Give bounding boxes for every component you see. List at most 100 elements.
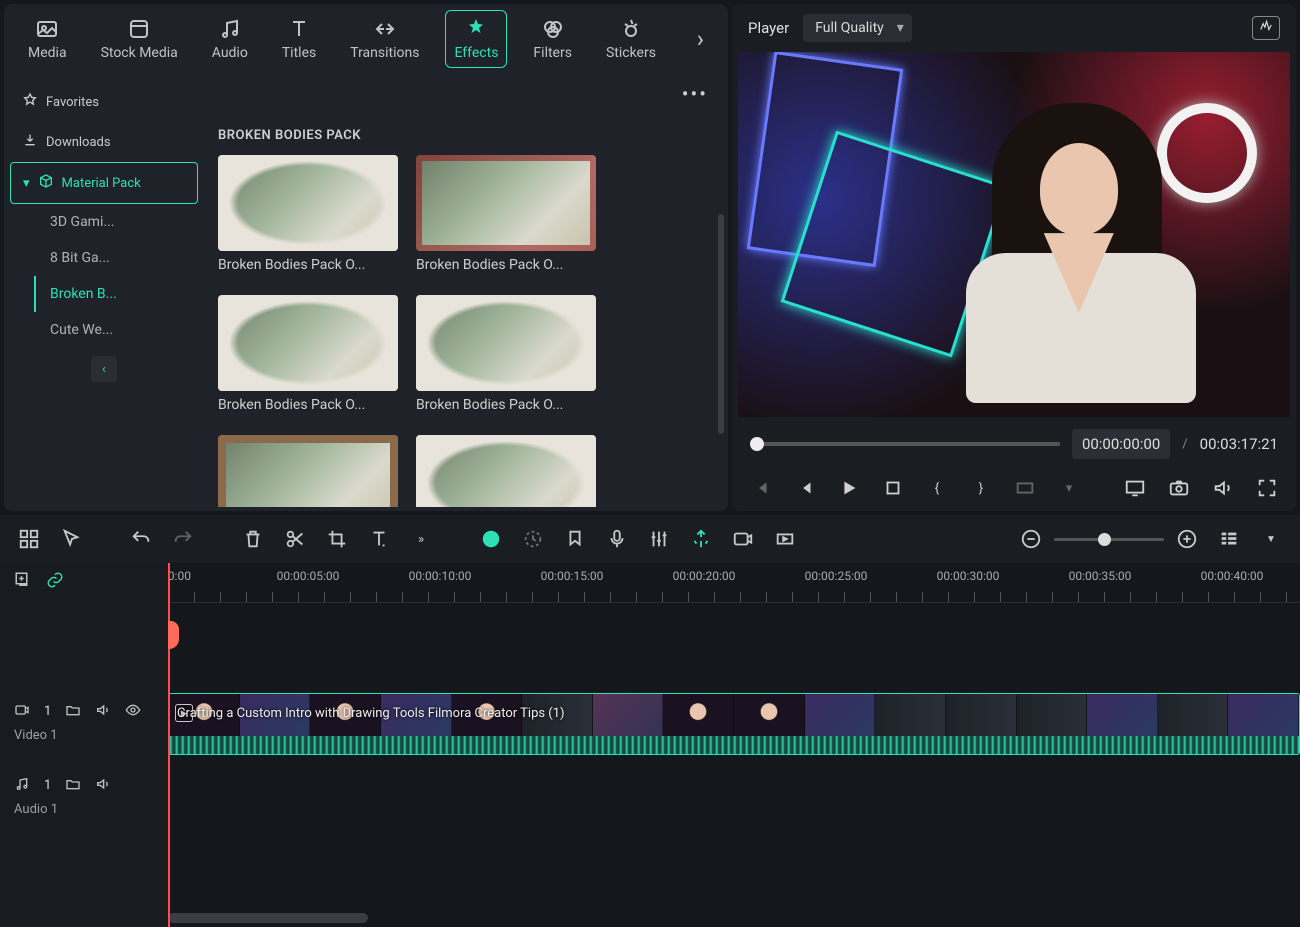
effect-card[interactable]: Broken Bodies Pack O... — [416, 295, 596, 413]
sidebar-sub-3d-gaming[interactable]: 3D Gami... — [10, 204, 198, 240]
effect-card[interactable] — [218, 435, 398, 507]
sidebar-favorites[interactable]: Favorites — [10, 82, 198, 122]
track-view-button[interactable] — [1218, 528, 1240, 550]
prev-frame-button[interactable] — [750, 477, 772, 499]
aspect-button[interactable] — [1014, 477, 1036, 499]
effect-card[interactable]: Broken Bodies Pack O... — [218, 295, 398, 413]
tab-filters[interactable]: Filters — [525, 11, 580, 67]
effect-card[interactable] — [416, 435, 596, 507]
speed-button[interactable] — [522, 528, 544, 550]
crop-button[interactable] — [326, 528, 348, 550]
snapshot-button[interactable] — [1168, 477, 1190, 499]
keyframe-button[interactable] — [774, 528, 796, 550]
tab-media[interactable]: Media — [20, 11, 75, 67]
chevron-left-icon: ‹ — [102, 362, 106, 377]
tab-titles[interactable]: Titles — [274, 11, 324, 67]
link-button[interactable] — [46, 571, 64, 593]
track-label: Audio 1 — [14, 802, 154, 817]
track-mute-button[interactable] — [95, 776, 111, 796]
library-sidebar: Favorites Downloads ▾ Material Pack 3D G… — [4, 74, 204, 511]
track-label: Video 1 — [14, 728, 154, 743]
sidebar-material-pack[interactable]: ▾ Material Pack — [10, 162, 198, 204]
grid-more-button[interactable]: ••• — [682, 82, 708, 106]
stickers-icon — [619, 17, 643, 41]
effect-card[interactable]: Broken Bodies Pack O... — [218, 155, 398, 273]
track-folder-icon[interactable] — [65, 702, 81, 722]
track-visibility-button[interactable] — [125, 702, 141, 722]
zoom-in-button[interactable] — [1176, 528, 1198, 550]
render-button[interactable] — [690, 528, 712, 550]
time-ruler[interactable]: 00:0000:00:05:0000:00:10:0000:00:15:0000… — [168, 563, 1300, 603]
cube-icon — [38, 173, 54, 193]
video-track-head: 1 Video 1 — [0, 685, 168, 759]
time-separator: / — [1182, 437, 1187, 452]
preview-display-button[interactable] — [1124, 477, 1146, 499]
tab-label: Stickers — [606, 45, 656, 61]
seek-slider[interactable] — [750, 442, 1060, 446]
effect-card[interactable]: Broken Bodies Pack O... — [416, 155, 596, 273]
sidebar-sub-broken-bodies[interactable]: Broken B... — [34, 276, 198, 312]
video-clip[interactable]: ▸ Crafting a Custom Intro with Drawing T… — [168, 693, 1300, 755]
playhead[interactable] — [168, 563, 170, 927]
sidebar-sub-8bit[interactable]: 8 Bit Ga... — [10, 240, 198, 276]
zoom-slider[interactable] — [1054, 538, 1164, 541]
audio-mixer-button[interactable] — [648, 528, 670, 550]
effect-thumb — [416, 295, 596, 391]
track-index: 1 — [44, 778, 51, 793]
volume-button[interactable] — [1212, 477, 1234, 499]
more-tools-button[interactable]: » — [410, 528, 432, 550]
record-button[interactable] — [732, 528, 754, 550]
grid-scrollbar[interactable] — [718, 214, 724, 434]
ruler-tick-label: 00:00:15:00 — [541, 569, 604, 583]
text-button[interactable] — [368, 528, 390, 550]
tab-audio[interactable]: Audio — [204, 11, 256, 67]
voiceover-button[interactable] — [606, 528, 628, 550]
add-track-button[interactable] — [14, 571, 32, 593]
layout-button[interactable] — [18, 528, 40, 550]
tab-effects[interactable]: Effects — [445, 10, 507, 68]
play-button[interactable] — [838, 477, 860, 499]
tab-transitions[interactable]: Transitions — [342, 11, 427, 67]
tabs-overflow-button[interactable]: › — [689, 21, 712, 57]
track-view-dropdown[interactable]: ▼ — [1260, 528, 1282, 550]
tracks-area[interactable]: 00:0000:00:05:0000:00:10:0000:00:15:0000… — [168, 563, 1300, 927]
track-mute-button[interactable] — [95, 702, 111, 722]
cursor-tool-button[interactable] — [60, 528, 82, 550]
scopes-button[interactable] — [1252, 16, 1280, 40]
audio-track-lane[interactable] — [168, 761, 1300, 835]
stop-button[interactable] — [882, 477, 904, 499]
quality-select[interactable]: Full Quality — [803, 14, 912, 42]
aspect-dropdown[interactable]: ▾ — [1058, 477, 1080, 499]
effect-thumb — [218, 295, 398, 391]
split-button[interactable] — [284, 528, 306, 550]
sidebar-collapse-button[interactable]: ‹ — [91, 356, 117, 382]
delete-button[interactable] — [242, 528, 264, 550]
zoom-out-button[interactable] — [1020, 528, 1042, 550]
redo-button[interactable] — [172, 528, 194, 550]
tab-label: Effects — [454, 45, 498, 61]
timeline-horizontal-scrollbar[interactable] — [168, 913, 368, 923]
tab-label: Transitions — [350, 45, 419, 61]
ruler-tick-label: 00:00 — [168, 569, 191, 583]
track-folder-icon[interactable] — [65, 776, 81, 796]
preview-viewport[interactable] — [738, 52, 1290, 417]
fullscreen-button[interactable] — [1256, 477, 1278, 499]
sidebar-sub-cute[interactable]: Cute We... — [10, 312, 198, 348]
mark-out-button[interactable]: } — [970, 477, 992, 499]
sidebar-downloads[interactable]: Downloads — [10, 122, 198, 162]
ruler-tick-label: 00:00:10:00 — [409, 569, 472, 583]
tab-stock-media[interactable]: Stock Media — [93, 11, 186, 67]
effect-thumb — [416, 435, 596, 507]
tab-stickers[interactable]: Stickers — [598, 11, 664, 67]
effect-thumb — [218, 435, 398, 507]
marker-button[interactable] — [564, 528, 586, 550]
ai-button[interactable] — [480, 528, 502, 550]
ruler-tick-label: 00:00:20:00 — [673, 569, 736, 583]
undo-button[interactable] — [130, 528, 152, 550]
mark-in-button[interactable]: { — [926, 477, 948, 499]
effect-card-label: Broken Bodies Pack O... — [416, 257, 596, 273]
sidebar-label: Downloads — [46, 135, 111, 150]
step-back-button[interactable] — [794, 477, 816, 499]
video-track-lane[interactable]: ▸ Crafting a Custom Intro with Drawing T… — [168, 687, 1300, 761]
effect-card-label: Broken Bodies Pack O... — [218, 257, 398, 273]
